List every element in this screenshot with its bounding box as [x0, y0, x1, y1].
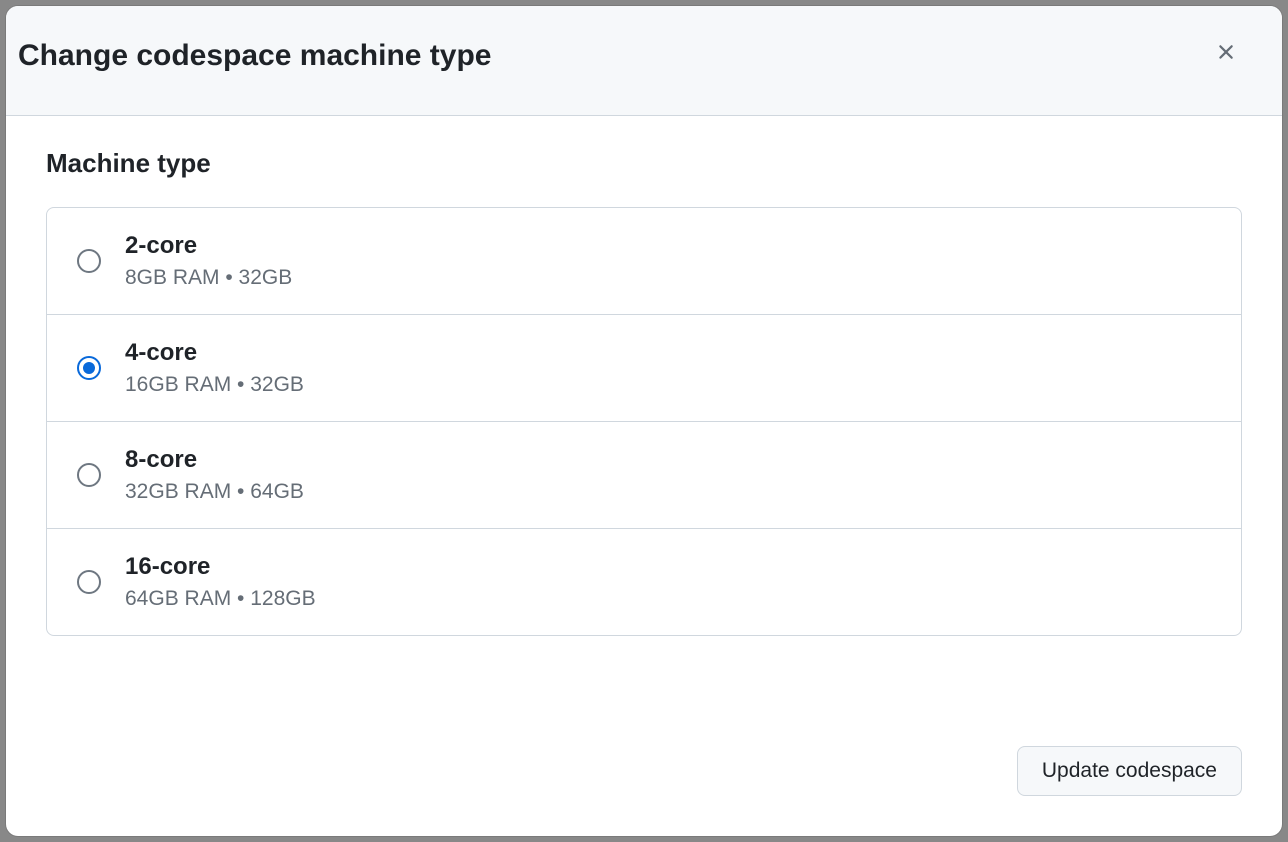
option-title: 16-core	[125, 553, 316, 581]
machine-type-label: Machine type	[46, 148, 1242, 179]
option-title: 8-core	[125, 446, 304, 474]
option-title: 2-core	[125, 232, 292, 260]
dialog-header: Change codespace machine type	[6, 6, 1282, 116]
option-2-core[interactable]: 2-core 8GB RAM • 32GB	[47, 208, 1241, 315]
change-machine-dialog: Change codespace machine type Machine ty…	[6, 6, 1282, 836]
option-16-core[interactable]: 16-core 64GB RAM • 128GB	[47, 529, 1241, 635]
dialog-footer: Update codespace	[6, 746, 1282, 836]
option-subtitle: 64GB RAM • 128GB	[125, 587, 316, 611]
option-subtitle: 8GB RAM • 32GB	[125, 266, 292, 290]
option-subtitle: 32GB RAM • 64GB	[125, 480, 304, 504]
option-text: 8-core 32GB RAM • 64GB	[125, 446, 304, 504]
option-text: 2-core 8GB RAM • 32GB	[125, 232, 292, 290]
dialog-title: Change codespace machine type	[18, 39, 492, 73]
update-codespace-button[interactable]: Update codespace	[1017, 746, 1242, 796]
option-subtitle: 16GB RAM • 32GB	[125, 373, 304, 397]
option-title: 4-core	[125, 339, 304, 367]
option-text: 16-core 64GB RAM • 128GB	[125, 553, 316, 611]
dialog-body: Machine type 2-core 8GB RAM • 32GB 4-cor…	[6, 116, 1282, 746]
option-4-core[interactable]: 4-core 16GB RAM • 32GB	[47, 315, 1241, 422]
radio-icon	[77, 463, 101, 487]
option-text: 4-core 16GB RAM • 32GB	[125, 339, 304, 397]
radio-icon	[77, 249, 101, 273]
close-icon	[1214, 40, 1238, 67]
radio-icon	[77, 356, 101, 380]
radio-icon	[77, 570, 101, 594]
machine-type-options: 2-core 8GB RAM • 32GB 4-core 16GB RAM • …	[46, 207, 1242, 636]
close-button[interactable]	[1206, 32, 1246, 75]
option-8-core[interactable]: 8-core 32GB RAM • 64GB	[47, 422, 1241, 529]
